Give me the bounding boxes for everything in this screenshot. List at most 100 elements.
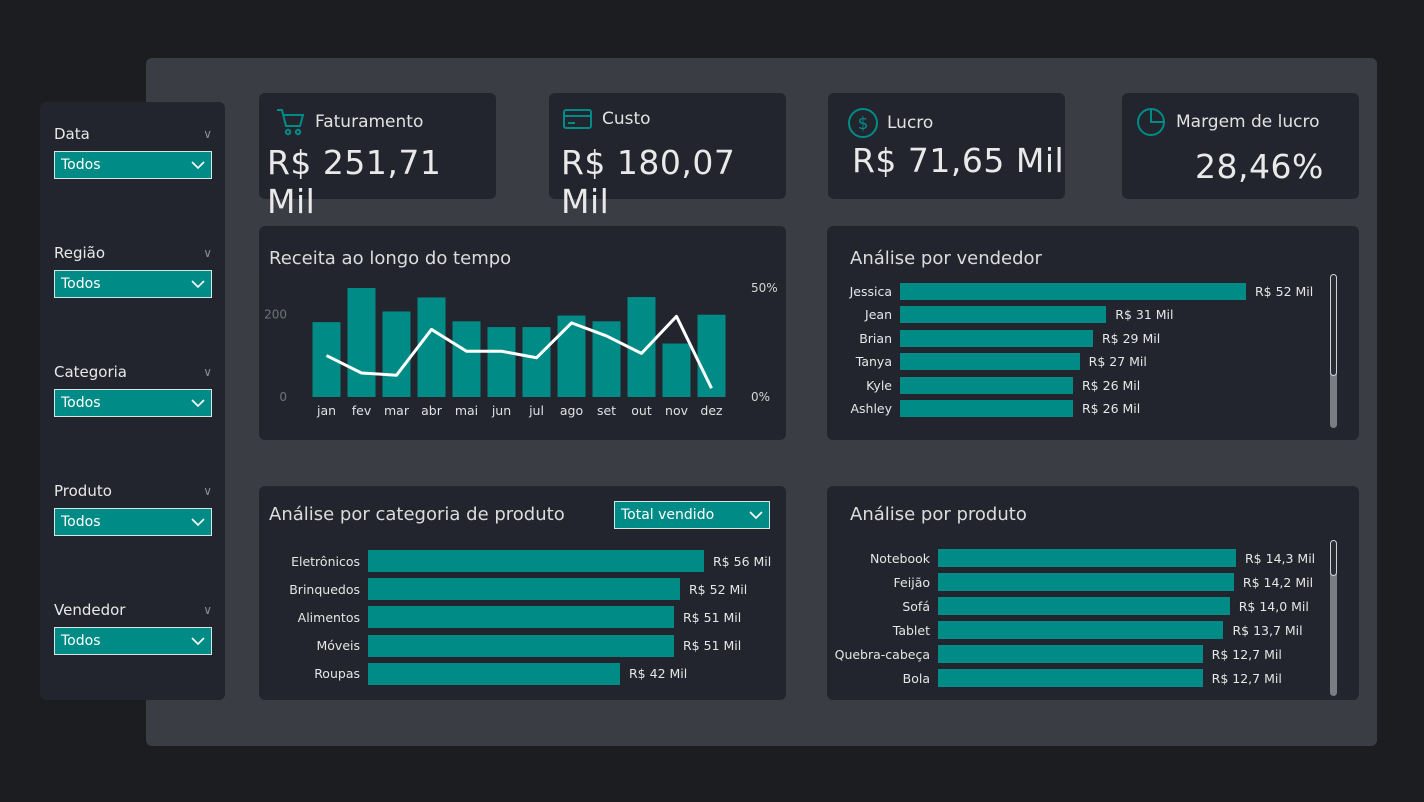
bar[interactable] xyxy=(938,549,1236,567)
filter-dropdown[interactable]: Todos xyxy=(54,627,212,655)
bar-category-label: Feijão xyxy=(893,574,930,590)
metric-dropdown-value: Total vendido xyxy=(621,507,715,523)
bar[interactable] xyxy=(368,634,674,657)
bar[interactable] xyxy=(368,578,680,601)
bar-category-label: Jessica xyxy=(849,284,892,299)
product-chart-panel: Análise por produto Notebook R$ 14,3 Mil F… xyxy=(827,486,1359,700)
bar-category-label: Kyle xyxy=(866,377,892,393)
revenue-bar[interactable] xyxy=(452,321,481,397)
credit-card-icon xyxy=(563,109,592,129)
filter-dropdown[interactable]: Todos xyxy=(54,270,212,298)
bar-value-label: R$ 51 Mil xyxy=(683,638,742,654)
revenue-bar[interactable] xyxy=(522,327,551,397)
x-tick-label: mar xyxy=(384,403,410,418)
bar[interactable] xyxy=(900,306,1107,324)
x-tick-label: nov xyxy=(665,403,689,418)
filter-dropdown[interactable]: Todos xyxy=(54,151,212,179)
bar-value-label: R$ 14,3 Mil xyxy=(1245,550,1316,566)
bar-value-label: R$ 56 Mil xyxy=(713,553,772,569)
chart-title: Análise por produto xyxy=(850,504,1027,525)
chevron-down-icon[interactable]: ∨ xyxy=(203,246,212,260)
bar-value-label: R$ 27 Mil xyxy=(1088,354,1147,370)
x-tick-label: out xyxy=(631,403,652,418)
chevron-down-icon xyxy=(191,637,205,645)
bar[interactable] xyxy=(938,573,1234,591)
bar[interactable] xyxy=(900,283,1246,300)
kpi-card-faturamento: Faturamento R$ 251,71 Mil xyxy=(259,93,496,221)
revenue-bar[interactable] xyxy=(697,314,726,397)
bar-category-label: Tablet xyxy=(892,622,930,638)
chevron-down-icon xyxy=(749,511,763,519)
bar-value-label: R$ 12,7 Mil xyxy=(1211,646,1282,662)
bar[interactable] xyxy=(368,606,674,629)
scrollbar-thumb[interactable] xyxy=(1330,540,1337,576)
filter-dropdown[interactable]: Todos xyxy=(54,508,212,536)
bar[interactable] xyxy=(938,621,1224,639)
svg-text:$: $ xyxy=(858,114,869,134)
filter-produto: Produto ∨ Todos xyxy=(54,480,212,536)
chevron-down-icon[interactable]: ∨ xyxy=(203,127,212,141)
revenue-bar[interactable] xyxy=(662,343,691,397)
y-tick-label: 200 xyxy=(264,308,287,322)
bar[interactable] xyxy=(938,669,1203,687)
x-tick-label: set xyxy=(597,403,616,418)
bar[interactable] xyxy=(900,376,1073,394)
x-tick-label: jul xyxy=(528,403,544,418)
filter-label: Data xyxy=(54,125,90,143)
kpi-title-row: Faturamento xyxy=(275,107,423,137)
cart-icon xyxy=(277,109,305,136)
filter-sidebar: Data ∨ Todos Região ∨ Todos Categoria ∨ Tod… xyxy=(40,102,225,700)
filter-value: Todos xyxy=(61,514,101,530)
revenue-bar[interactable] xyxy=(382,311,411,397)
kpi-card-margem: Margem de lucro 28,46% xyxy=(1122,93,1359,199)
revenue-bar[interactable] xyxy=(347,288,376,397)
filter-categoria: Categoria ∨ Todos xyxy=(54,361,212,417)
bar[interactable] xyxy=(368,550,704,572)
kpi-value: R$ 251,71 Mil xyxy=(267,143,442,221)
filter-value: Todos xyxy=(61,276,101,292)
bar[interactable] xyxy=(938,597,1230,615)
bar-category-label: Sofá xyxy=(902,598,930,614)
y2-tick-label: 50% xyxy=(751,281,778,295)
filter-label: Produto xyxy=(54,482,112,500)
revenue-chart: 0 200 0% 50% jan fev mar abr mai jun jul ago set out n… xyxy=(264,281,778,418)
bar-value-label: R$ 29 Mil xyxy=(1101,330,1161,346)
chevron-down-icon[interactable]: ∨ xyxy=(203,603,212,617)
bar-value-label: R$ 31 Mil xyxy=(1115,307,1174,323)
filter-label: Vendedor xyxy=(54,601,126,619)
chevron-down-icon xyxy=(191,518,205,526)
metric-dropdown[interactable]: Total vendido xyxy=(614,501,770,529)
filter-dropdown[interactable]: Todos xyxy=(54,389,212,417)
category-chart-panel: Análise por categoria de produto Total v… xyxy=(259,486,786,700)
bar-category-label: Roupas xyxy=(314,666,360,682)
bar-category-label: Brian xyxy=(859,330,892,346)
x-tick-label: dez xyxy=(700,403,723,418)
chevron-down-icon xyxy=(191,399,205,407)
chevron-down-icon[interactable]: ∨ xyxy=(203,484,212,498)
bar-value-label: R$ 26 Mil xyxy=(1082,401,1141,416)
bar[interactable] xyxy=(938,645,1203,663)
bar-category-label: Tanya xyxy=(855,354,892,370)
kpi-card-custo: Custo R$ 180,07 Mil xyxy=(549,93,786,221)
kpi-card-lucro: $ Lucro R$ 71,65 Mil xyxy=(828,93,1065,199)
bar[interactable] xyxy=(368,662,620,685)
revenue-bar[interactable] xyxy=(417,297,446,397)
bar-value-label: R$ 13,7 Mil xyxy=(1232,622,1303,638)
scrollbar-thumb[interactable] xyxy=(1330,274,1337,376)
chevron-down-icon[interactable]: ∨ xyxy=(203,365,212,379)
bar[interactable] xyxy=(900,329,1093,347)
filter-label: Região xyxy=(54,244,106,262)
bar[interactable] xyxy=(900,353,1080,371)
chart-title: Análise por categoria de produto xyxy=(269,504,565,525)
kpi-title: Lucro xyxy=(887,113,934,133)
bar-category-label: Ashley xyxy=(850,401,892,416)
x-tick-label: jun xyxy=(491,403,511,418)
bar-value-label: R$ 12,7 Mil xyxy=(1211,670,1282,686)
bar[interactable] xyxy=(900,400,1073,417)
kpi-value: 28,46% xyxy=(1195,147,1324,186)
x-tick-label: mai xyxy=(455,403,478,418)
revenue-bar[interactable] xyxy=(487,327,516,397)
kpi-title: Margem de lucro xyxy=(1176,112,1320,132)
x-tick-label: jan xyxy=(316,403,336,418)
kpi-value: R$ 180,07 Mil xyxy=(561,143,736,221)
